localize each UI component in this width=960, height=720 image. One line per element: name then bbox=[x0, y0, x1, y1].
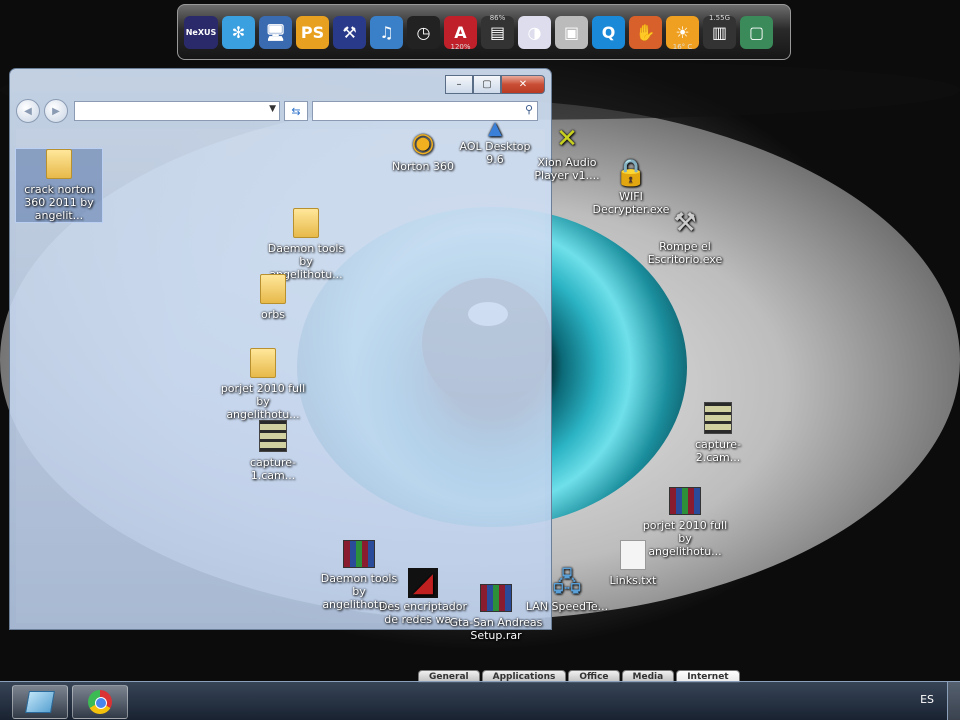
dock-bar: NeXUS ✻ 🖥 PS ⚒ ♫ ◷ A 120% ▤ 86% ◑ ▣ Q ✋ ☀ 16° C ▥ 1.55G ▢ bbox=[177, 4, 791, 60]
refresh-icon: ⇆ bbox=[291, 104, 301, 118]
start-button[interactable] bbox=[12, 685, 68, 719]
forward-arrow-icon: ▶ bbox=[52, 105, 60, 117]
icon-label: crack norton 360 2011 by angelit... bbox=[24, 183, 94, 222]
monitor-icon[interactable]: 🖥 bbox=[259, 15, 292, 49]
address-dropdown-icon[interactable]: ▼ bbox=[269, 104, 276, 114]
desktop-icon-rompe-escritorio[interactable]: ⚒ Rompe el Escritorio.exe bbox=[640, 208, 730, 266]
address-bar[interactable]: ▼ bbox=[74, 101, 280, 121]
folder-icon bbox=[260, 274, 286, 304]
taskbar: ES bbox=[0, 681, 960, 720]
desktop-icon-lan-speed[interactable]: 🖧 LAN SpeedTe... bbox=[522, 568, 612, 613]
weather-sun-icon[interactable]: ☀ 16° C bbox=[666, 15, 699, 51]
language-indicator[interactable]: ES bbox=[920, 693, 934, 706]
quicktime-icon[interactable]: Q bbox=[592, 15, 625, 49]
icon-label: capture-1.cam... bbox=[249, 456, 297, 482]
back-button[interactable]: ◀ bbox=[16, 99, 40, 123]
xion-icon: ✕ bbox=[556, 124, 578, 154]
desktop-icon-capture-2[interactable]: capture-2.cam... bbox=[673, 402, 763, 464]
winrar-icon bbox=[669, 487, 701, 515]
cpu-meter-icon[interactable]: ▤ 86% bbox=[481, 14, 514, 49]
video-file-icon bbox=[704, 402, 732, 434]
windows-explorer-icon bbox=[25, 691, 55, 713]
icon-label: LAN SpeedTe... bbox=[525, 600, 609, 613]
window-caption-buttons: – ▢ ✕ bbox=[445, 75, 545, 94]
desktop-icon-orbs[interactable]: orbs bbox=[228, 274, 318, 321]
text-file-icon bbox=[620, 540, 646, 570]
encryptor-icon: ◢ bbox=[408, 568, 438, 598]
lock-icon: 🔒 bbox=[614, 158, 648, 188]
icon-label: Rompe el Escritorio.exe bbox=[647, 240, 723, 266]
winrar-icon bbox=[480, 584, 512, 612]
tools-icon[interactable]: ⚒ bbox=[333, 15, 366, 49]
close-button[interactable]: ✕ bbox=[501, 75, 545, 94]
folder-icon bbox=[293, 208, 319, 238]
folder-icon bbox=[250, 348, 276, 378]
adobe-icon[interactable]: A 120% bbox=[444, 15, 477, 51]
taskbar-chrome-button[interactable] bbox=[72, 685, 128, 719]
desktop-icon-crack-norton[interactable]: crack norton 360 2011 by angelit... bbox=[15, 148, 103, 223]
icon-label: AOL Desktop 9.6 bbox=[459, 140, 531, 166]
chrome-icon bbox=[88, 690, 112, 714]
clock-icon[interactable]: ◷ bbox=[407, 15, 440, 49]
desktop-icon-capture-1[interactable]: capture-1.cam... bbox=[228, 420, 318, 482]
itunes-icon[interactable]: ♫ bbox=[370, 15, 403, 49]
icon-label: Gta-San Andreas Setup.rar bbox=[449, 616, 543, 642]
hand-icon[interactable]: ✋ bbox=[629, 15, 662, 49]
network-icon: 🖧 bbox=[552, 568, 582, 598]
hammer-icon: ⚒ bbox=[673, 208, 697, 238]
desktop-icon-porjet-folder[interactable]: porjet 2010 full by angelithotu... bbox=[218, 348, 308, 421]
nexus-logo-icon[interactable]: NeXUS bbox=[184, 15, 218, 49]
camera-icon[interactable]: ▣ bbox=[555, 15, 588, 49]
icon-label: orbs bbox=[261, 308, 285, 321]
back-arrow-icon: ◀ bbox=[24, 105, 32, 117]
search-input[interactable]: ⚲ bbox=[312, 101, 538, 121]
maximize-button[interactable]: ▢ bbox=[473, 75, 501, 94]
screen-capture-icon[interactable]: ▢ bbox=[740, 15, 773, 49]
icon-label: capture-2.cam... bbox=[694, 438, 742, 464]
icon-label: Norton 360 bbox=[392, 160, 454, 173]
refresh-button[interactable]: ⇆ bbox=[284, 101, 308, 121]
pinwheel-icon[interactable]: ✻ bbox=[222, 15, 255, 49]
video-file-icon bbox=[259, 420, 287, 452]
icon-label: porjet 2010 full by angelithotu... bbox=[220, 382, 306, 421]
search-icon: ⚲ bbox=[524, 103, 533, 116]
folder-icon bbox=[46, 149, 72, 179]
icon-label: Links.txt bbox=[609, 574, 657, 587]
speed-gauge-icon[interactable]: ◑ bbox=[518, 15, 551, 49]
show-desktop-button[interactable] bbox=[947, 682, 960, 720]
memory-meter-icon[interactable]: ▥ 1.55G bbox=[703, 14, 736, 49]
minimize-button[interactable]: – bbox=[445, 75, 473, 94]
desktop-icon-daemon-folder[interactable]: Daemon tools by angelithotu... bbox=[261, 208, 351, 281]
forward-button[interactable]: ▶ bbox=[44, 99, 68, 123]
winrar-icon bbox=[343, 540, 375, 568]
playstation-icon[interactable]: PS bbox=[296, 15, 329, 49]
